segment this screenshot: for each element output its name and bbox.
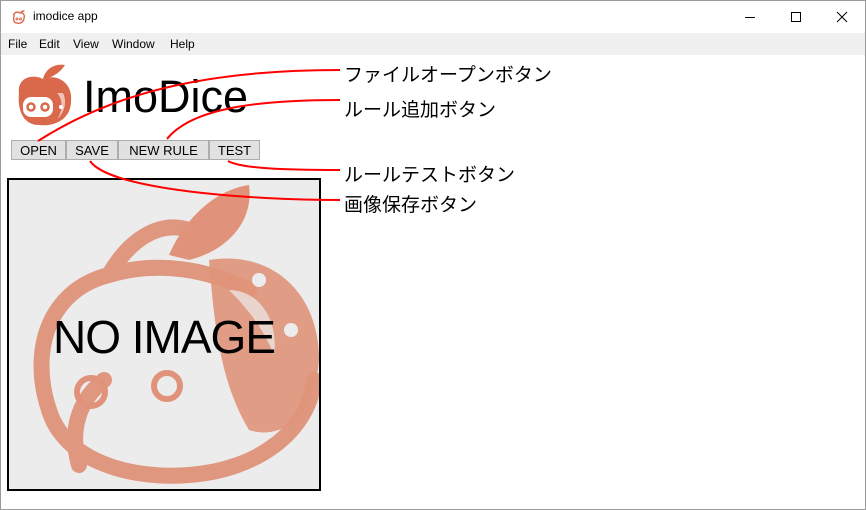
menu-window[interactable]: Window: [112, 37, 155, 51]
annotation-test-button: ルールテストボタン: [344, 165, 516, 186]
minimize-icon: [745, 16, 755, 18]
close-icon: [836, 11, 848, 22]
imodice-mascot-logo: [18, 64, 72, 126]
menu-edit[interactable]: Edit: [39, 37, 60, 51]
annotation-new-rule-button: ルール追加ボタン: [344, 100, 497, 121]
close-button[interactable]: [819, 1, 865, 32]
annotation-save-button: 画像保存ボタン: [344, 195, 478, 216]
app-logo-icon: [12, 10, 25, 24]
maximize-button[interactable]: [773, 1, 819, 32]
menu-bar: File Edit View Window Help: [1, 33, 865, 55]
save-button[interactable]: SAVE: [66, 140, 118, 160]
maximize-icon: [791, 11, 801, 22]
window-title: imodice app: [33, 9, 98, 23]
image-canvas[interactable]: NO IMAGE: [7, 178, 321, 491]
test-button[interactable]: TEST: [209, 140, 260, 160]
logo-wordmark: ImoDice: [83, 71, 249, 122]
menu-file[interactable]: File: [8, 37, 27, 51]
open-button[interactable]: OPEN: [11, 140, 66, 160]
menu-help[interactable]: Help: [170, 37, 195, 51]
menu-view[interactable]: View: [73, 37, 99, 51]
minimize-button[interactable]: [727, 1, 773, 32]
new-rule-button[interactable]: NEW RULE: [118, 140, 209, 160]
no-image-placeholder: NO IMAGE: [52, 311, 276, 363]
annotation-open-button: ファイルオープンボタン: [344, 65, 552, 86]
title-bar[interactable]: imodice app: [1, 1, 865, 32]
